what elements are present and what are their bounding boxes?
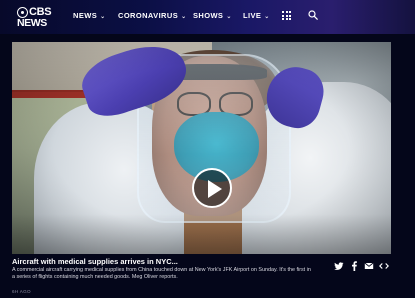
nav-item-label: NEWS (73, 11, 98, 20)
video-description: A commercial aircraft carrying medical s… (12, 267, 311, 280)
chevron-down-icon: ⌄ (100, 14, 106, 20)
nav-item-label: SHOWS (193, 11, 224, 20)
video-timestamp: 6H AGO (12, 289, 31, 294)
chevron-down-icon: ⌄ (181, 14, 187, 20)
nav-item-coronavirus[interactable]: CORONAVIRUS ⌄ (118, 11, 187, 20)
chevron-down-icon: ⌄ (226, 14, 232, 20)
play-icon (208, 180, 222, 198)
grid-menu-icon[interactable] (282, 11, 291, 20)
email-icon[interactable] (364, 261, 374, 271)
nav-item-news[interactable]: NEWS ⌄ (73, 11, 106, 20)
cbs-news-logo[interactable]: CBS NEWS (17, 6, 52, 29)
facebook-icon[interactable] (349, 261, 359, 271)
play-button[interactable] (192, 168, 232, 208)
site-header: CBS NEWS NEWS ⌄ CORONAVIRUS ⌄ SHOWS ⌄ LIVE ⌄ (0, 0, 415, 34)
nav-item-shows[interactable]: SHOWS ⌄ (193, 11, 232, 20)
video-title[interactable]: Aircraft with medical supplies arrives i… (12, 257, 178, 266)
logo-text-news: NEWS (17, 17, 47, 29)
nav-item-label: CORONAVIRUS (118, 11, 179, 20)
chevron-down-icon: ⌄ (264, 14, 270, 20)
search-icon[interactable] (308, 10, 318, 20)
video-player[interactable] (12, 42, 391, 254)
nav-item-live[interactable]: LIVE ⌄ (243, 11, 270, 20)
twitter-icon[interactable] (334, 261, 344, 271)
embed-icon[interactable] (379, 261, 389, 271)
nav-item-label: LIVE (243, 11, 262, 20)
